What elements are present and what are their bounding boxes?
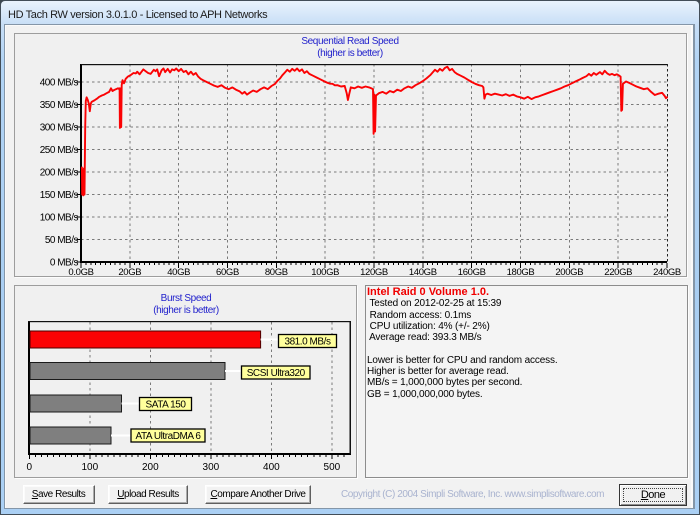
svg-text:80GB: 80GB — [265, 267, 288, 277]
svg-text:250 MB/s: 250 MB/s — [40, 145, 79, 156]
svg-text:SATA 150: SATA 150 — [146, 400, 187, 411]
svg-text:60GB: 60GB — [216, 267, 239, 277]
svg-text:300: 300 — [203, 462, 220, 473]
svg-text:500: 500 — [324, 462, 341, 473]
svg-text:350 MB/s: 350 MB/s — [40, 100, 79, 111]
svg-text:200: 200 — [142, 462, 159, 473]
svg-text:240GB: 240GB — [653, 267, 681, 277]
svg-text:20GB: 20GB — [118, 267, 141, 277]
svg-text:100 MB/s: 100 MB/s — [40, 213, 79, 224]
svg-text:0.0GB: 0.0GB — [68, 267, 93, 277]
svg-text:400: 400 — [263, 462, 280, 473]
svg-text:0: 0 — [27, 462, 33, 473]
svg-text:300 MB/s: 300 MB/s — [40, 123, 79, 134]
svg-text:100: 100 — [81, 462, 98, 473]
svg-text:220GB: 220GB — [604, 267, 632, 277]
svg-text:140GB: 140GB — [409, 267, 437, 277]
svg-text:400 MB/s: 400 MB/s — [40, 78, 79, 89]
svg-text:50 MB/s: 50 MB/s — [45, 235, 79, 246]
svg-text:120GB: 120GB — [360, 267, 388, 277]
svg-text:160GB: 160GB — [458, 267, 486, 277]
svg-text:SCSI Ultra320: SCSI Ultra320 — [247, 368, 306, 379]
svg-text:381.0 MB/s: 381.0 MB/s — [284, 337, 331, 348]
svg-text:200GB: 200GB — [555, 267, 583, 277]
svg-text:200 MB/s: 200 MB/s — [40, 168, 79, 179]
svg-text:40GB: 40GB — [167, 267, 190, 277]
svg-text:ATA UltraDMA 6: ATA UltraDMA 6 — [135, 431, 201, 442]
svg-text:100GB: 100GB — [311, 267, 339, 277]
svg-text:180GB: 180GB — [507, 267, 535, 277]
svg-text:150 MB/s: 150 MB/s — [40, 190, 79, 201]
